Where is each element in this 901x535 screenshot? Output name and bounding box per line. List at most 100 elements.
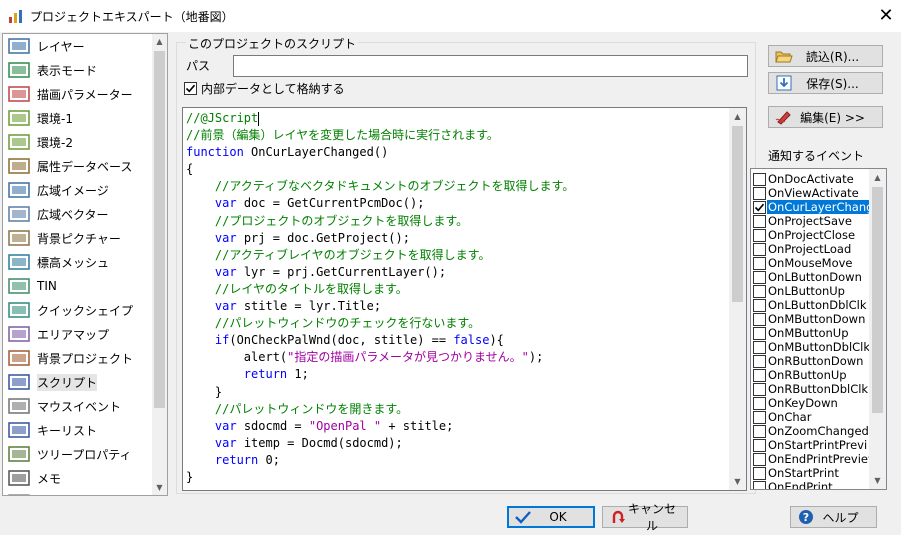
scroll-down-arrow-icon[interactable]: ▼ (869, 472, 886, 489)
editor-scrollbar[interactable]: ▲ ▼ (729, 108, 746, 490)
event-checkbox[interactable] (753, 326, 766, 340)
event-checkbox[interactable] (753, 452, 766, 466)
event-checkbox[interactable] (753, 270, 766, 284)
event-item[interactable]: OnLButtonDown (753, 270, 871, 284)
code-line: //@JScript (186, 110, 726, 127)
nav-item[interactable]: クイックシェイプ (3, 298, 153, 322)
script-group-title: このプロジェクトのスクリプト (186, 35, 359, 52)
event-checkbox[interactable] (753, 410, 766, 424)
event-item[interactable]: OnZoomChanged (753, 424, 871, 438)
event-checkbox[interactable] (753, 186, 766, 200)
event-item[interactable]: OnViewActivate (753, 186, 871, 200)
scroll-up-arrow-icon[interactable]: ▲ (152, 34, 167, 49)
nav-scrollbar[interactable]: ▲ ▼ (152, 34, 167, 495)
layer-icon (8, 37, 30, 55)
event-checkbox[interactable] (753, 354, 766, 368)
event-item[interactable]: OnLButtonDblClk (753, 298, 871, 312)
event-checkbox[interactable] (753, 284, 766, 298)
event-item[interactable]: OnMButtonDblClk (753, 340, 871, 354)
nav-item[interactable]: 描画パラメーター (3, 82, 153, 106)
event-checkbox[interactable] (753, 298, 766, 312)
nav-item[interactable]: キーリスト (3, 418, 153, 442)
ok-button[interactable]: OK (507, 506, 595, 528)
script-editor[interactable]: //@JScript//前景（編集）レイヤを変更した場合時に実行されます。 fun… (182, 107, 747, 491)
nav-item[interactable]: 属性データベース (3, 154, 153, 178)
scroll-down-arrow-icon[interactable]: ▼ (152, 480, 167, 495)
event-checkbox[interactable] (753, 424, 766, 438)
event-checkbox[interactable] (753, 172, 766, 186)
nav-item[interactable]: 表示モード (3, 58, 153, 82)
nav-item[interactable]: TIN (3, 274, 153, 298)
event-checkbox[interactable] (753, 340, 766, 354)
event-checkbox[interactable] (753, 242, 766, 256)
event-checkbox[interactable] (753, 382, 766, 396)
nav-item-label: クイックシェイプ (37, 303, 134, 318)
event-checkbox[interactable] (753, 200, 766, 214)
editor-scroll-thumb[interactable] (732, 126, 743, 302)
event-item[interactable]: OnMouseMove (753, 256, 871, 270)
event-checkbox[interactable] (753, 256, 766, 270)
nav-item[interactable]: 背景ピクチャー (3, 226, 153, 250)
event-checkbox[interactable] (753, 480, 766, 489)
nav-item[interactable]: ツリープロパティ (3, 442, 153, 466)
event-item[interactable]: OnKeyDown (753, 396, 871, 410)
nav-item[interactable]: 環境-2 (3, 130, 153, 154)
nav-item[interactable]: 背景プロジェクト (3, 346, 153, 370)
store-internal-checkbox[interactable] (184, 82, 197, 95)
close-button[interactable]: ✕ (871, 0, 901, 32)
event-item[interactable]: OnEndPrintPreview (753, 452, 871, 466)
event-checkbox[interactable] (753, 228, 766, 242)
event-item[interactable]: OnMButtonUp (753, 326, 871, 340)
event-item[interactable]: OnMButtonDown (753, 312, 871, 326)
scroll-up-arrow-icon[interactable]: ▲ (869, 169, 886, 186)
event-item[interactable]: OnStartPrint (753, 466, 871, 480)
nav-item[interactable]: エリアマップ (3, 322, 153, 346)
event-item[interactable]: OnStartPrintPrevi (753, 438, 871, 452)
nav-scroll-thumb[interactable] (154, 51, 165, 408)
nav-item[interactable]: スクリプト (3, 370, 153, 394)
title-bar: プロジェクトエキスパート（地番図） ✕ (0, 0, 901, 32)
edit-button[interactable]: 編集(E) >> (768, 106, 883, 128)
environment-icon (8, 133, 30, 151)
event-checkbox[interactable] (753, 312, 766, 326)
nav-item[interactable]: 広域イメージ (3, 178, 153, 202)
scroll-down-arrow-icon[interactable]: ▼ (729, 473, 746, 490)
wide-vector-icon (8, 205, 30, 223)
event-item[interactable]: OnProjectSave (753, 214, 871, 228)
store-internal-option[interactable]: 内部データとして格納する (184, 80, 345, 97)
save-button[interactable]: 保存(S)... (768, 72, 883, 94)
event-item[interactable]: OnEndPrint (753, 480, 871, 489)
event-item[interactable]: OnProjectClose (753, 228, 871, 242)
nav-item[interactable]: レイヤー (3, 34, 153, 58)
event-item[interactable]: OnDocActivate (753, 172, 871, 186)
scroll-up-arrow-icon[interactable]: ▲ (729, 108, 746, 125)
nav-item[interactable] (3, 490, 153, 495)
nav-item[interactable]: 広域ベクター (3, 202, 153, 226)
load-button[interactable]: 読込(R)... (768, 45, 883, 67)
nav-item[interactable]: マウスイベント (3, 394, 153, 418)
event-checkbox[interactable] (753, 214, 766, 228)
nav-item[interactable]: 環境-1 (3, 106, 153, 130)
settings-category-list[interactable]: レイヤー 表示モード 描画パラメーター 環境-1 環境-2 属性データベース 広域イメージ広… (2, 33, 168, 496)
script-code[interactable]: //@JScript//前景（編集）レイヤを変更した場合時に実行されます。 fun… (186, 110, 726, 486)
event-checkbox[interactable] (753, 368, 766, 382)
event-item[interactable]: OnRButtonDblClk (753, 382, 871, 396)
event-item[interactable]: OnCurLayerChang (753, 200, 871, 214)
event-scroll-thumb[interactable] (872, 187, 883, 413)
help-button[interactable]: ? ヘルプ (790, 506, 877, 528)
event-checkbox[interactable] (753, 466, 766, 480)
cancel-button[interactable]: キャンセル (602, 502, 688, 533)
nav-item[interactable]: メモ (3, 466, 153, 490)
event-item[interactable]: OnProjectLoad (753, 242, 871, 256)
event-item[interactable]: OnChar (753, 410, 871, 424)
path-input[interactable] (233, 55, 748, 77)
event-checklist[interactable]: OnDocActivate OnViewActivate OnCurLayerCha… (750, 168, 887, 490)
nav-item[interactable]: 標高メッシュ (3, 250, 153, 274)
event-item[interactable]: OnLButtonUp (753, 284, 871, 298)
event-item[interactable]: OnRButtonUp (753, 368, 871, 382)
event-checkbox[interactable] (753, 438, 766, 452)
event-checkbox[interactable] (753, 396, 766, 410)
event-scrollbar[interactable]: ▲ ▼ (869, 169, 886, 489)
event-item[interactable]: OnRButtonDown (753, 354, 871, 368)
